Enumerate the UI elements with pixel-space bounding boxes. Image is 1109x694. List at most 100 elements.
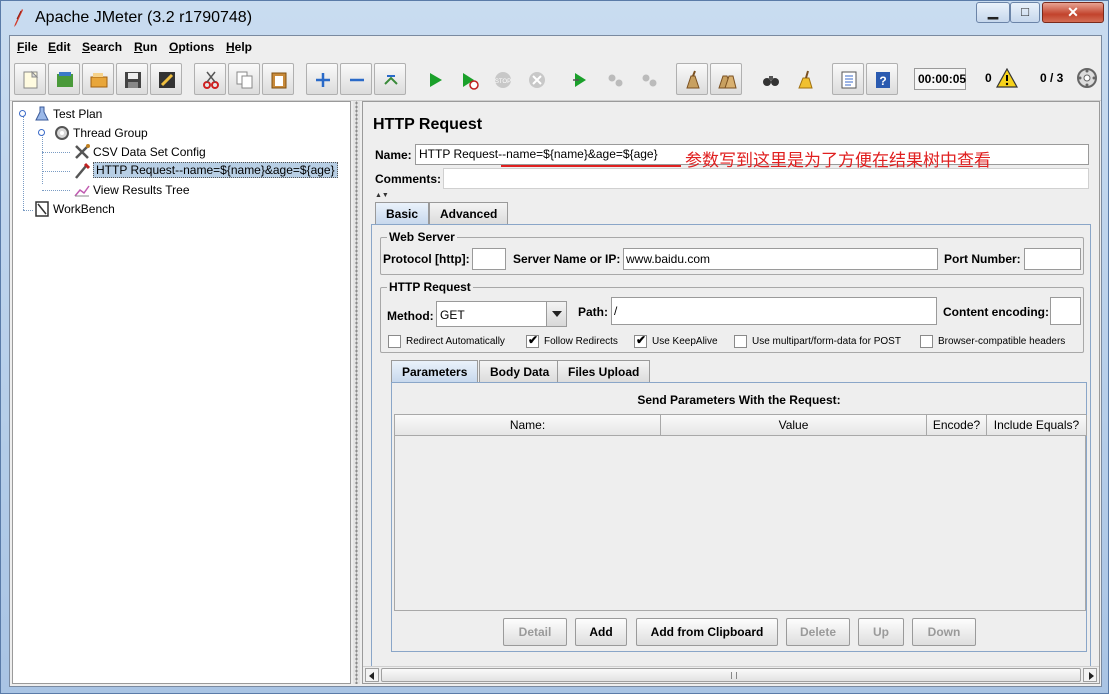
menu-run[interactable]: Run — [134, 40, 157, 54]
method-value: GET — [440, 308, 465, 322]
close-button[interactable]: ✕ — [1042, 2, 1104, 23]
menu-file[interactable]: File — [17, 40, 38, 54]
start-icon — [430, 73, 442, 87]
toggle-button[interactable] — [374, 63, 406, 95]
remote-start-button[interactable] — [564, 63, 596, 95]
function-helper-button[interactable] — [832, 63, 864, 95]
protocol-field[interactable] — [472, 248, 506, 270]
jmeter-window: Apache JMeter (3.2 r1790748) ▁ □ ✕ File … — [0, 0, 1109, 694]
clear-button[interactable] — [676, 63, 708, 95]
method-label: Method: — [387, 309, 434, 323]
tab-advanced[interactable]: Advanced — [429, 202, 509, 224]
collapse-all-button[interactable] — [340, 63, 372, 95]
tab-files-upload[interactable]: Files Upload — [557, 360, 651, 382]
minimize-button[interactable]: ▁ — [976, 2, 1010, 23]
add-button[interactable]: Add — [575, 618, 627, 646]
shutdown-icon — [529, 72, 545, 88]
menu-help[interactable]: Help — [226, 40, 252, 54]
column-header-encode[interactable]: Encode? — [927, 415, 987, 436]
add-from-clipboard-button[interactable]: Add from Clipboard — [636, 618, 778, 646]
up-button[interactable]: Up — [858, 618, 904, 646]
client-area: File Edit Search Run Options Help STOP ?… — [9, 35, 1102, 687]
detail-button[interactable]: Detail — [503, 618, 567, 646]
save-screenshot-button[interactable] — [150, 63, 182, 95]
start-no-pause-button[interactable] — [452, 63, 484, 95]
expand-all-button[interactable] — [306, 63, 338, 95]
maximize-button[interactable]: □ — [1010, 2, 1040, 23]
templates-icon — [57, 72, 73, 87]
comments-field[interactable] — [443, 168, 1089, 189]
path-field[interactable]: / — [611, 297, 937, 325]
delete-button[interactable]: Delete — [786, 618, 850, 646]
open-icon — [90, 73, 108, 88]
server-name-field[interactable]: www.baidu.com — [623, 248, 938, 270]
tab-basic[interactable]: Basic — [375, 202, 430, 225]
help-icon: ? — [876, 72, 890, 88]
remote-start-icon — [573, 73, 586, 87]
menu-options[interactable]: Options — [169, 40, 214, 54]
new-button[interactable] — [14, 63, 46, 95]
test-plan-tree[interactable]: Test Plan Thread Group CSV Data Set Conf… — [12, 101, 351, 684]
search-button[interactable] — [754, 63, 786, 95]
menu-search[interactable]: Search — [82, 40, 122, 54]
tab-body-data[interactable]: Body Data — [479, 360, 561, 382]
content-encoding-field[interactable] — [1050, 297, 1081, 325]
clear-all-icon — [718, 75, 737, 89]
clear-icon — [686, 70, 700, 89]
expand-handle-icon[interactable] — [37, 128, 46, 137]
expand-icon — [316, 73, 330, 87]
global-status-icon — [1077, 68, 1097, 88]
workbench-icon — [35, 201, 49, 217]
save-button[interactable] — [116, 63, 148, 95]
parameters-table[interactable]: Name: Value Encode? Include Equals? — [394, 414, 1087, 611]
toolbar: STOP ? 00:00:05 0 0 / 3 — [10, 59, 1101, 101]
port-number-field[interactable] — [1024, 248, 1081, 270]
warning-icon[interactable] — [996, 68, 1018, 88]
shutdown-button[interactable] — [520, 63, 552, 95]
remote-stop-icon — [608, 74, 623, 87]
collapse-arrows-icon[interactable]: ▲▼ — [375, 192, 389, 199]
stop-button[interactable]: STOP — [486, 63, 518, 95]
content-encoding-label: Content encoding: — [943, 305, 1049, 319]
column-header-value[interactable]: Value — [661, 415, 927, 436]
http-request-panel: HTTP Request Name: HTTP Request--name=${… — [362, 101, 1100, 684]
server-name-label: Server Name or IP: — [513, 252, 621, 266]
error-count: 0 — [985, 71, 992, 85]
tab-parameters[interactable]: Parameters — [391, 360, 479, 383]
svg-text:?: ? — [879, 74, 886, 88]
chevron-down-icon — [546, 302, 566, 326]
templates-button[interactable] — [48, 63, 80, 95]
start-button[interactable] — [418, 63, 450, 95]
copy-button[interactable] — [228, 63, 260, 95]
check-icon: ✔ — [636, 333, 647, 347]
open-button[interactable] — [82, 63, 114, 95]
config-icon — [75, 144, 90, 159]
clear-all-button[interactable] — [710, 63, 742, 95]
method-select[interactable]: GET — [436, 301, 567, 327]
scroll-thumb[interactable] — [381, 668, 1081, 682]
panel-title: HTTP Request — [373, 116, 483, 133]
column-header-name[interactable]: Name: — [395, 415, 661, 436]
expand-handle-icon[interactable] — [18, 109, 27, 118]
menu-edit[interactable]: Edit — [48, 40, 71, 54]
copy-icon — [236, 71, 253, 89]
remote-stop-button[interactable] — [598, 63, 630, 95]
collapse-icon — [350, 78, 364, 82]
scroll-right-icon[interactable] — [1083, 668, 1097, 682]
down-button[interactable]: Down — [912, 618, 976, 646]
scroll-left-icon[interactable] — [365, 668, 379, 682]
column-header-include-equals[interactable]: Include Equals? — [987, 415, 1087, 436]
maximize-icon: □ — [1021, 4, 1029, 19]
split-pane-divider[interactable] — [353, 101, 360, 684]
web-server-title: Web Server — [387, 230, 457, 244]
reset-search-button[interactable] — [788, 63, 820, 95]
toggle-icon — [384, 75, 398, 85]
help-button[interactable]: ? — [866, 63, 898, 95]
new-icon — [23, 70, 39, 89]
horizontal-scrollbar[interactable] — [363, 666, 1099, 683]
save-icon — [125, 72, 141, 88]
paste-button[interactable] — [262, 63, 294, 95]
remote-shutdown-button[interactable] — [632, 63, 664, 95]
cut-button[interactable] — [194, 63, 226, 95]
window-title: Apache JMeter (3.2 r1790748) — [35, 9, 253, 26]
